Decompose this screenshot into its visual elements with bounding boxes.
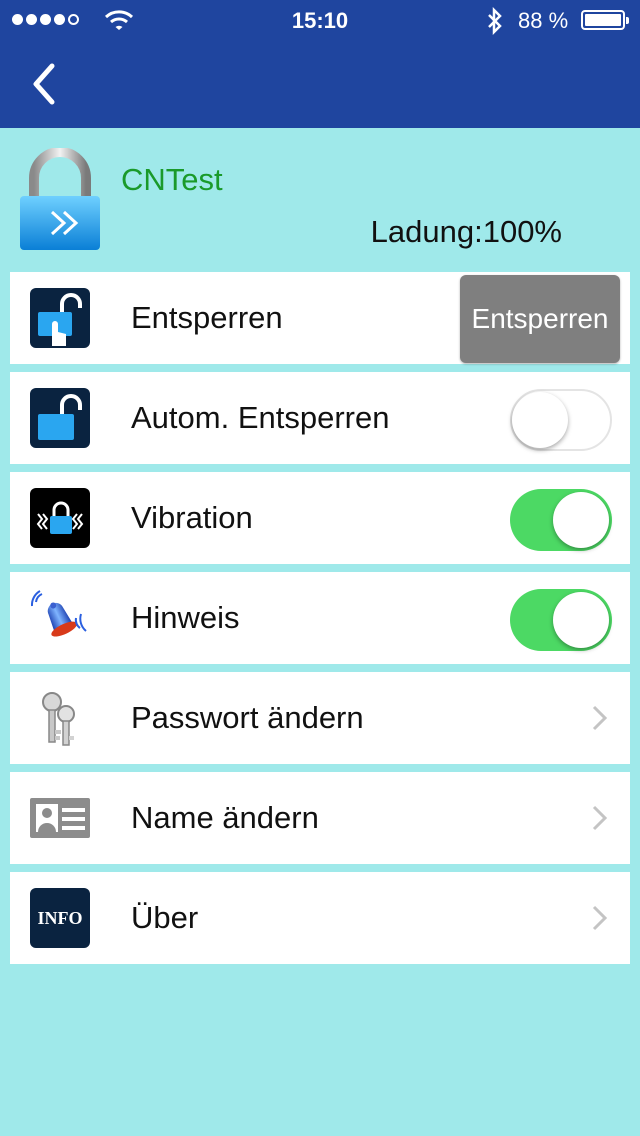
battery-percent: 88 % <box>518 8 569 33</box>
list-item-label: Name ändern <box>131 800 319 835</box>
bluetooth-icon <box>488 7 502 35</box>
list-item-notice: Hinweis <box>10 572 630 664</box>
unlock-button[interactable]: Entsperren <box>460 275 620 363</box>
list-item-label: Entsperren <box>131 300 283 335</box>
id-card-icon <box>30 798 90 838</box>
chevron-right-icon <box>592 705 608 731</box>
list-item-label: Passwort ändern <box>131 700 364 735</box>
list-item-about[interactable]: INFO Über <box>10 872 630 964</box>
bell-icon <box>30 590 87 637</box>
list-item-label: Über <box>131 900 199 935</box>
vibration-lock-icon <box>30 488 90 548</box>
keys-icon <box>42 692 75 746</box>
list-item-label: Autom. Entsperren <box>131 400 390 435</box>
list-item-label: Vibration <box>131 500 253 535</box>
list-item-change-name[interactable]: Name ändern <box>10 772 630 864</box>
device-name: CNTest <box>121 162 223 197</box>
device-header: CNTest Ladung:100% <box>0 128 640 268</box>
status-bar: 15:10 88 % <box>0 0 640 40</box>
vibration-toggle[interactable] <box>510 489 612 551</box>
battery-icon <box>581 10 629 30</box>
unlock-icon <box>30 388 90 448</box>
list-item-auto-unlock: Autom. Entsperren <box>10 372 630 464</box>
list-item-change-password[interactable]: Passwort ändern <box>10 672 630 764</box>
chevron-right-icon <box>592 905 608 931</box>
list-item-vibration: Vibration <box>10 472 630 564</box>
battery-charge: Ladung:100% <box>370 214 562 249</box>
info-icon: INFO <box>30 888 90 948</box>
notice-toggle[interactable] <box>510 589 612 651</box>
bluetooth-padlock-icon <box>20 148 100 250</box>
unlock-touch-icon <box>30 288 90 348</box>
chevron-right-icon <box>592 805 608 831</box>
list-item-unlock: Entsperren Entsperren <box>10 272 630 364</box>
auto-unlock-toggle[interactable] <box>510 389 612 451</box>
list-item-label: Hinweis <box>131 600 240 635</box>
back-button[interactable] <box>26 60 66 108</box>
info-icon-text: INFO <box>37 907 83 928</box>
navigation-header: 15:10 88 % <box>0 0 640 128</box>
